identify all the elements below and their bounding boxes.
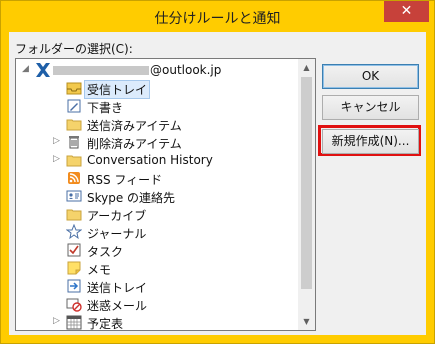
tree-item-label: 送信済みアイテム [87, 119, 182, 133]
tree-item-label: Conversation History [87, 153, 213, 167]
calendar-icon [66, 315, 82, 330]
tree-item-label: Skype の連絡先 [87, 191, 176, 205]
tree-item-label: ジャーナル [87, 227, 147, 241]
tree-item-drafts[interactable]: 下書き [16, 97, 298, 115]
drafts-icon [67, 99, 81, 113]
title-bar: 仕分けルールと通知 ✕ [1, 1, 434, 33]
tree-item-inbox[interactable]: 受信トレイ [16, 79, 298, 99]
dialog-window: 仕分けルールと通知 ✕ フォルダーの選択(C): ◢ @outlook.jp 受… [0, 0, 435, 344]
tree-item-journal[interactable]: ジャーナル [16, 223, 298, 241]
contact-card-icon [66, 190, 82, 202]
tree-item-notes[interactable]: メモ [16, 259, 298, 277]
expand-arrow-icon[interactable]: ▷ [53, 316, 60, 326]
tree-account-root[interactable]: ◢ @outlook.jp [16, 61, 298, 79]
rss-icon [68, 172, 80, 184]
folder-tree[interactable]: ◢ @outlook.jp 受信トレイ 下書き 送信済みアイテム ▷ 削除済みア… [15, 58, 316, 331]
tree-item-junk-email[interactable]: 迷惑メール [16, 295, 298, 313]
close-button[interactable]: ✕ [384, 1, 429, 22]
new-folder-button[interactable]: 新規作成(N)... [322, 129, 419, 154]
vertical-scrollbar[interactable]: ▲ ▼ [298, 59, 315, 330]
ok-button[interactable]: OK [322, 64, 419, 89]
dialog-client-area: フォルダーの選択(C): ◢ @outlook.jp 受信トレイ 下書き 送信済… [9, 32, 426, 335]
tree-item-label: 受信トレイ [83, 80, 151, 99]
inbox-icon [66, 82, 82, 95]
trash-icon [69, 136, 79, 149]
tree-item-sent-items[interactable]: 送信済みアイテム [16, 115, 298, 133]
cancel-button[interactable]: キャンセル [322, 95, 419, 120]
tree-item-calendar[interactable]: ▷ 予定表 [16, 313, 298, 331]
tree-item-rss-feeds[interactable]: RSS フィード [16, 169, 298, 187]
scroll-down-arrow-icon[interactable]: ▼ [298, 313, 315, 330]
junk-mail-icon [66, 298, 82, 312]
tree-item-label: 削除済みアイテム [87, 137, 182, 151]
scrollbar-thumb[interactable] [301, 77, 312, 289]
outlook-account-icon [36, 63, 50, 77]
tree-item-skype-contacts[interactable]: Skype の連絡先 [16, 187, 298, 205]
folder-select-label: フォルダーの選択(C): [15, 42, 133, 56]
folder-icon [66, 209, 82, 221]
task-icon [67, 243, 81, 257]
tree-item-label: アーカイブ [87, 209, 147, 223]
collapse-arrow-icon[interactable]: ◢ [22, 64, 29, 74]
tree-item-tasks[interactable]: タスク [16, 241, 298, 259]
folder-icon [66, 155, 82, 167]
expand-arrow-icon[interactable]: ▷ [53, 154, 60, 164]
tree-item-label: 送信トレイ [87, 281, 148, 295]
outbox-icon [67, 279, 81, 293]
redacted-email [53, 66, 149, 75]
tree-item-archive[interactable]: アーカイブ [16, 205, 298, 223]
tree-item-conversation-history[interactable]: ▷ Conversation History [16, 151, 298, 169]
window-title: 仕分けルールと通知 [154, 11, 281, 27]
tree-item-outbox[interactable]: 送信トレイ [16, 277, 298, 295]
tree-item-label: 下書き [87, 101, 124, 115]
tree-item-label: RSS フィード [87, 173, 163, 187]
folder-icon [66, 119, 82, 131]
tree-item-label: メモ [87, 263, 112, 277]
scroll-up-arrow-icon[interactable]: ▲ [298, 59, 315, 76]
expand-arrow-icon[interactable]: ▷ [53, 136, 60, 146]
notes-icon [67, 261, 81, 275]
account-name: @outlook.jp [150, 63, 222, 77]
tree-item-label: タスク [87, 245, 124, 259]
tree-item-deleted-items[interactable]: ▷ 削除済みアイテム [16, 133, 298, 151]
tree-item-label: 迷惑メール [87, 299, 148, 313]
tree-item-label: 予定表 [87, 317, 124, 331]
journal-icon [66, 224, 82, 240]
